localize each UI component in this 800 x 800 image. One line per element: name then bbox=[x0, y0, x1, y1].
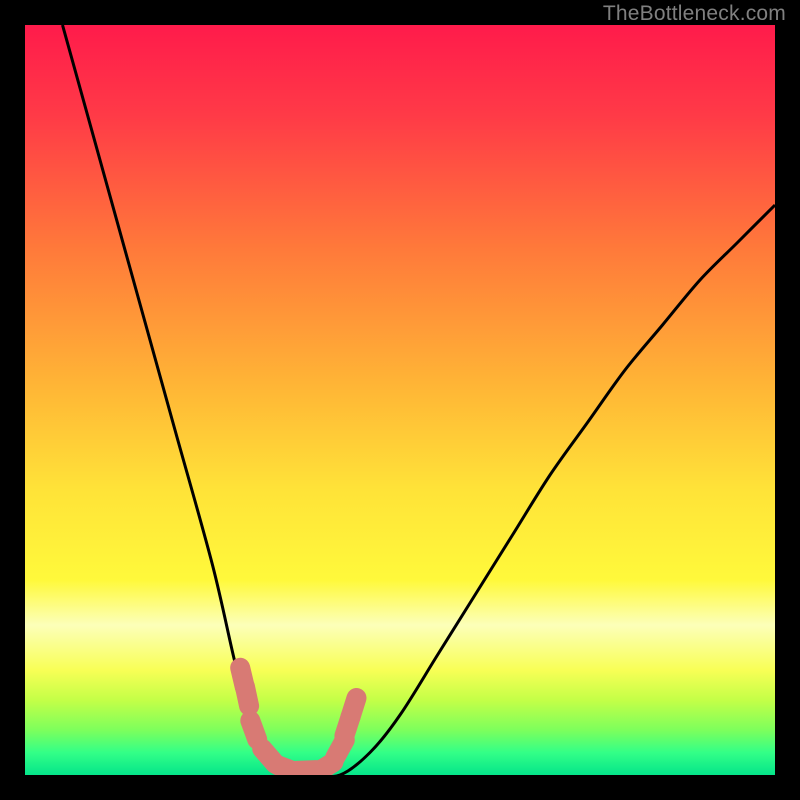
marker-group bbox=[240, 668, 356, 773]
chart-frame: TheBottleneck.com bbox=[0, 0, 800, 800]
bottleneck-curve bbox=[63, 25, 776, 775]
curve-marker bbox=[351, 698, 357, 717]
curve-layer bbox=[25, 25, 775, 775]
watermark-text: TheBottleneck.com bbox=[603, 2, 786, 26]
curve-marker bbox=[245, 687, 249, 707]
plot-area bbox=[25, 25, 775, 775]
curve-marker bbox=[250, 721, 257, 740]
